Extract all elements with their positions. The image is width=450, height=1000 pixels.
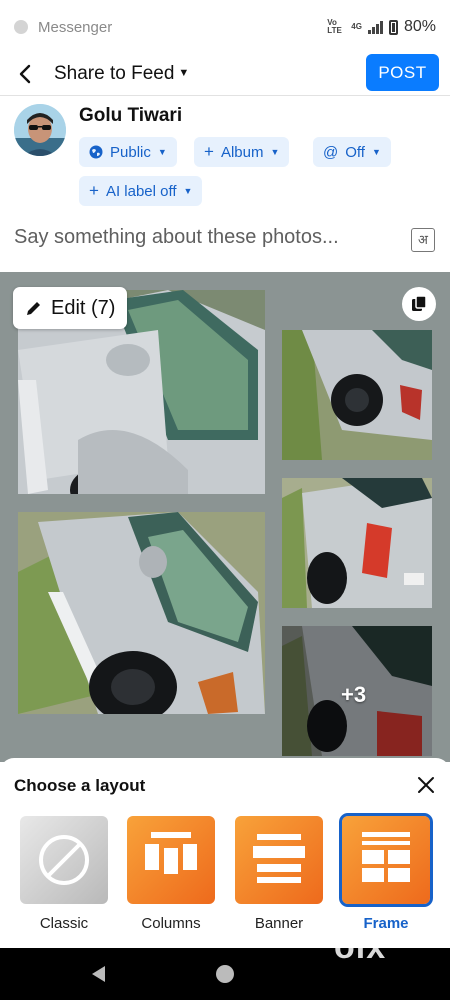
plus-icon: +	[89, 181, 99, 200]
photo-4[interactable]	[282, 478, 432, 608]
avatar	[14, 104, 66, 156]
layout-option-banner[interactable]	[235, 816, 323, 904]
post-text-input[interactable]: Say something about these photos...	[14, 226, 339, 249]
threads-label: Off	[345, 143, 365, 161]
plus-icon: +	[204, 142, 214, 161]
columns-layout-icon	[145, 832, 197, 874]
globe-icon	[89, 145, 103, 159]
more-photos-count: +3	[341, 682, 367, 707]
edit-label: Edit (7)	[51, 296, 116, 319]
status-app-name: Messenger	[38, 19, 113, 36]
nav-home-icon[interactable]	[216, 965, 234, 983]
olx-watermark: olx	[334, 928, 387, 966]
chevron-down-icon: ▼	[371, 147, 381, 157]
photo-3[interactable]	[282, 330, 432, 460]
ai-label-text: AI label off	[105, 182, 177, 200]
layout-label-banner: Banner	[254, 915, 304, 932]
layout-label-classic: Classic	[39, 915, 89, 932]
transliterate-icon[interactable]: अ	[411, 228, 435, 252]
messenger-status-icon	[14, 20, 28, 34]
album-label: Album	[220, 143, 264, 161]
pencil-icon	[27, 302, 40, 315]
edit-photos-button[interactable]: Edit (7)	[13, 287, 128, 329]
status-bar: Messenger Vo LTE 4G 80%	[0, 0, 450, 54]
post-button[interactable]: POST	[366, 54, 439, 91]
layout-sheet-title: Choose a layout	[14, 776, 146, 795]
chevron-down-icon: ▼	[270, 147, 280, 157]
layout-option-frame[interactable]	[339, 813, 433, 907]
signal-icon	[367, 20, 383, 34]
reorder-photos-button[interactable]	[402, 287, 436, 321]
album-chip[interactable]: + Album ▼	[194, 137, 290, 167]
audience-label: Public	[110, 143, 151, 161]
page-title: Share to Feed	[54, 63, 175, 84]
photo-2[interactable]	[18, 512, 265, 714]
volte-label: Vo LTE	[327, 18, 342, 35]
app-header: Share to Feed ▼ POST	[0, 54, 450, 96]
nav-back-icon[interactable]	[92, 966, 105, 982]
no-layout-icon	[39, 835, 89, 885]
chevron-down-icon: ▼	[183, 186, 193, 196]
threads-chip[interactable]: @ Off ▼	[313, 137, 391, 167]
frame-layout-icon	[362, 832, 410, 882]
battery-icon	[388, 19, 398, 35]
layout-sheet: Choose a layout Classic Columns Banner F…	[0, 758, 450, 948]
back-arrow-icon[interactable]	[14, 62, 38, 86]
ai-label-chip[interactable]: + AI label off ▼	[79, 176, 203, 206]
layout-label-columns: Columns	[141, 915, 201, 932]
status-indicators: Vo LTE 4G 80%	[327, 18, 436, 36]
share-target-dropdown[interactable]: Share to Feed ▼	[54, 63, 189, 85]
battery-percent: 80%	[403, 18, 436, 35]
network-type-label: 4G	[351, 22, 362, 31]
threads-icon: @	[323, 143, 339, 161]
banner-layout-icon	[253, 834, 305, 883]
avatar-image	[14, 104, 66, 156]
layers-icon	[412, 295, 427, 311]
audience-chip[interactable]: Public ▼	[79, 137, 177, 167]
layout-option-columns[interactable]	[127, 816, 215, 904]
photo-collage	[0, 272, 450, 762]
chevron-down-icon: ▼	[157, 147, 167, 157]
layout-option-classic[interactable]	[20, 816, 108, 904]
chevron-down-icon: ▼	[178, 67, 190, 79]
user-name: Golu Tiwari	[79, 105, 183, 126]
close-icon[interactable]	[415, 774, 437, 796]
